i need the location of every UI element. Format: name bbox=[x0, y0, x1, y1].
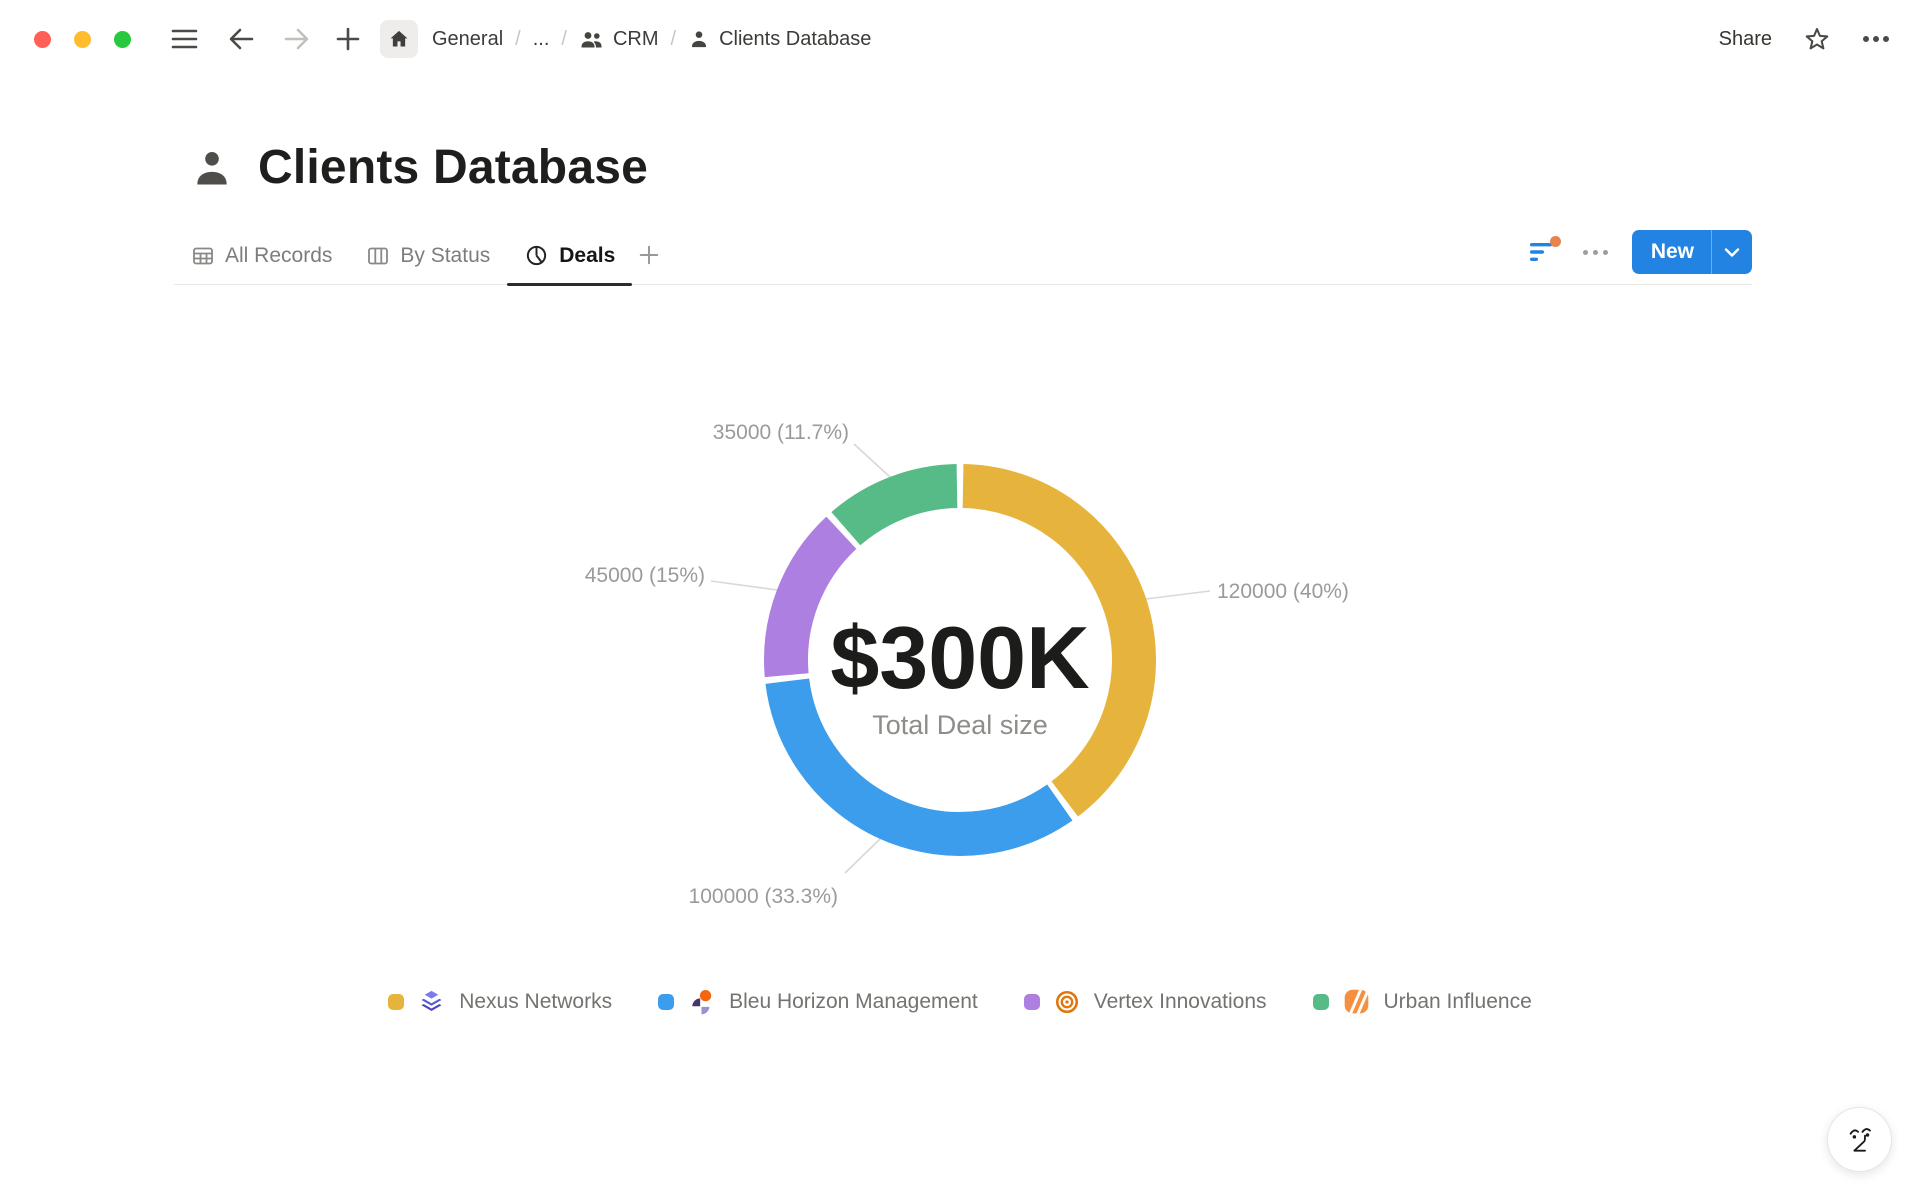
forward-arrow-icon[interactable] bbox=[284, 28, 310, 50]
tab-by-status[interactable]: By Status bbox=[349, 244, 507, 284]
share-button[interactable]: Share bbox=[1719, 28, 1772, 51]
window-titlebar: General / ... / CRM / Clients Database S… bbox=[0, 0, 1920, 78]
window-zoom-button[interactable] bbox=[114, 31, 131, 48]
segment-label-nexus: 120000 (40%) bbox=[1217, 580, 1349, 603]
segment-label-bleu: 100000 (33.3%) bbox=[689, 885, 838, 908]
bleu-horizon-logo-icon bbox=[688, 988, 715, 1015]
board-columns-icon bbox=[366, 244, 390, 268]
breadcrumb-item-crm[interactable]: CRM bbox=[579, 28, 659, 51]
tab-label: By Status bbox=[400, 244, 490, 268]
breadcrumb-separator: / bbox=[561, 28, 567, 51]
legend-item-urban-influence[interactable]: Urban Influence bbox=[1313, 988, 1532, 1015]
window-controls bbox=[34, 31, 131, 48]
legend-label: Vertex Innovations bbox=[1094, 990, 1267, 1014]
sidebar-toggle-icon[interactable] bbox=[171, 28, 198, 50]
legend-item-nexus-networks[interactable]: Nexus Networks bbox=[388, 988, 612, 1015]
home-button[interactable] bbox=[380, 20, 418, 58]
person-icon bbox=[688, 28, 710, 50]
window-minimize-button[interactable] bbox=[74, 31, 91, 48]
plus-icon bbox=[638, 244, 660, 266]
vertex-innovations-logo-icon bbox=[1054, 989, 1080, 1015]
page-title: Clients Database bbox=[258, 140, 648, 195]
donut-center-value: $300K bbox=[830, 608, 1089, 707]
urban-influence-logo-icon bbox=[1343, 988, 1370, 1015]
new-button-label[interactable]: New bbox=[1632, 230, 1711, 274]
deals-donut-chart: 120000 (40%) 100000 (33.3%) 45000 (15%) … bbox=[460, 330, 1460, 980]
new-dropdown-button[interactable] bbox=[1712, 230, 1752, 274]
leader-line-bleu bbox=[845, 839, 880, 873]
legend-label: Urban Influence bbox=[1384, 990, 1532, 1014]
segment-label-vertex: 45000 (15%) bbox=[585, 564, 705, 587]
leader-line-nexus bbox=[1146, 591, 1210, 599]
favorite-star-icon[interactable] bbox=[1804, 26, 1830, 52]
legend-label: Nexus Networks bbox=[459, 990, 612, 1014]
leader-line-vertex bbox=[711, 581, 777, 590]
more-options-icon[interactable] bbox=[1862, 35, 1890, 43]
window-close-button[interactable] bbox=[34, 31, 51, 48]
legend-swatch bbox=[1024, 994, 1040, 1010]
tab-deals[interactable]: Deals bbox=[507, 243, 632, 284]
donut-center-label: Total Deal size bbox=[872, 710, 1048, 740]
breadcrumb-separator: / bbox=[671, 28, 677, 51]
tab-all-records[interactable]: All Records bbox=[174, 244, 349, 284]
legend-swatch bbox=[388, 994, 404, 1010]
breadcrumb-item-general[interactable]: General bbox=[432, 28, 503, 51]
breadcrumb-item-clients-database[interactable]: Clients Database bbox=[688, 28, 871, 51]
legend-swatch bbox=[658, 994, 674, 1010]
view-options-icon[interactable] bbox=[1583, 250, 1608, 255]
view-tabs-bar: All Records By Status Deals New bbox=[174, 229, 1752, 285]
legend-item-bleu-horizon[interactable]: Bleu Horizon Management bbox=[658, 988, 978, 1015]
add-view-button[interactable] bbox=[632, 244, 666, 284]
chevron-down-icon bbox=[1724, 247, 1740, 258]
back-arrow-icon[interactable] bbox=[228, 28, 254, 50]
donut-segment-urban-influence[interactable] bbox=[846, 486, 957, 529]
filter-sort-button[interactable] bbox=[1529, 240, 1559, 264]
segment-label-urban: 35000 (11.7%) bbox=[713, 421, 849, 444]
page-header: Clients Database bbox=[190, 140, 1920, 195]
breadcrumb-item-collapsed[interactable]: ... bbox=[533, 28, 550, 51]
people-icon bbox=[579, 28, 604, 50]
legend-swatch bbox=[1313, 994, 1329, 1010]
filter-active-dot bbox=[1550, 236, 1561, 247]
chart-legend: Nexus Networks Bleu Horizon Management V… bbox=[0, 988, 1920, 1015]
tab-label: Deals bbox=[559, 244, 615, 268]
leader-line-urban bbox=[854, 444, 890, 477]
breadcrumb: General / ... / CRM / Clients Database bbox=[432, 28, 871, 51]
nexus-networks-logo-icon bbox=[418, 988, 445, 1015]
pie-chart-icon bbox=[524, 243, 549, 268]
legend-item-vertex-innovations[interactable]: Vertex Innovations bbox=[1024, 988, 1267, 1015]
ai-assistant-button[interactable] bbox=[1827, 1107, 1892, 1172]
legend-label: Bleu Horizon Management bbox=[729, 990, 978, 1014]
new-record-button[interactable]: New bbox=[1632, 230, 1752, 274]
home-icon bbox=[388, 28, 410, 50]
ai-face-icon bbox=[1840, 1120, 1880, 1160]
table-icon bbox=[191, 244, 215, 268]
new-page-icon[interactable] bbox=[336, 27, 360, 51]
page-person-icon bbox=[190, 146, 234, 190]
tab-label: All Records bbox=[225, 244, 332, 268]
breadcrumb-separator: / bbox=[515, 28, 521, 51]
